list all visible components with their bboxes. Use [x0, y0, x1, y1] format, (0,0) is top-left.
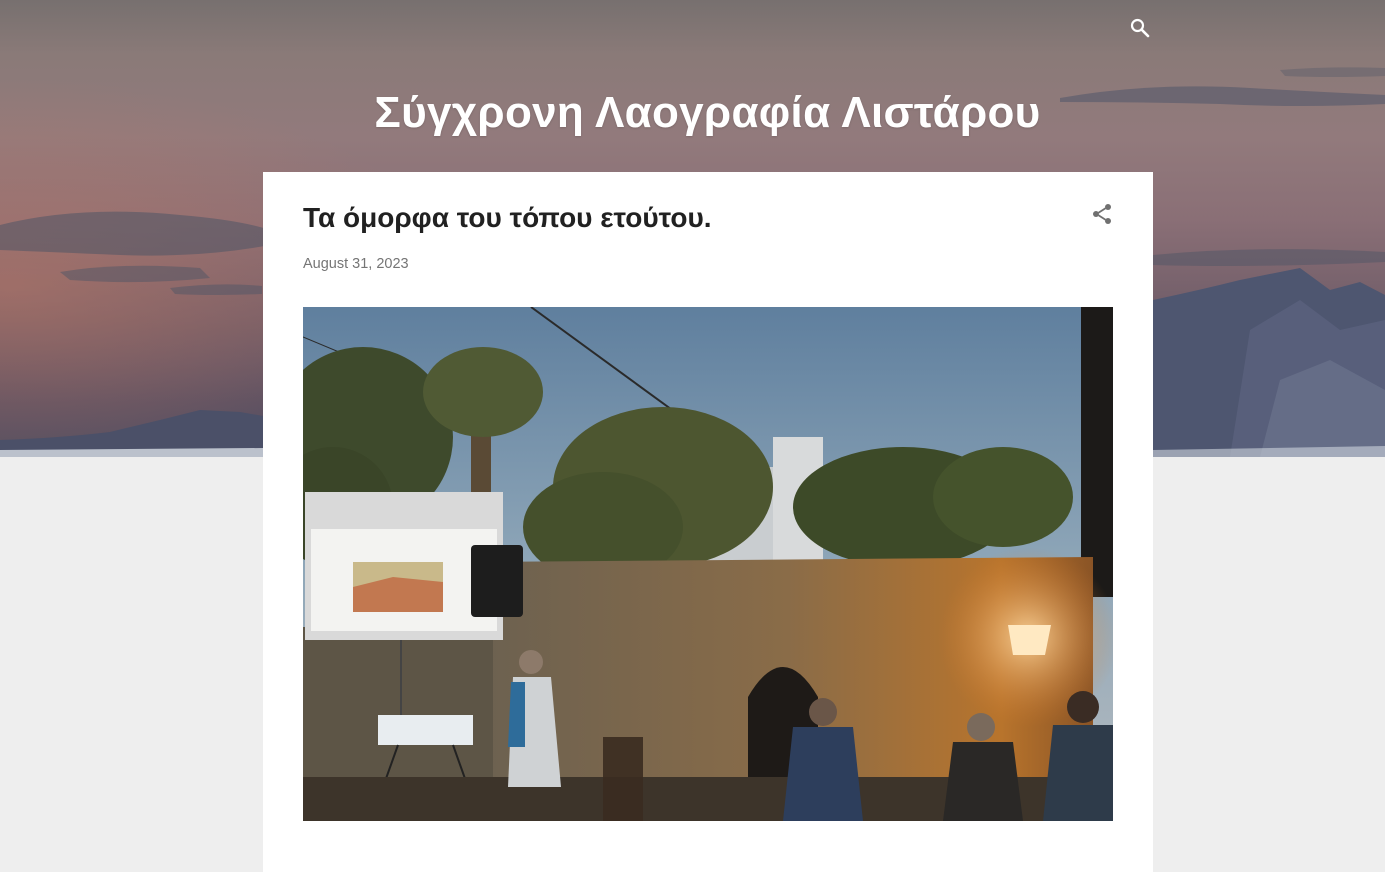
search-button[interactable]: [1128, 16, 1152, 40]
post-card: Τα όμορφα του τόπου ετούτου. August 31, …: [263, 172, 1153, 872]
post-date[interactable]: August 31, 2023: [303, 256, 409, 272]
post-image[interactable]: [303, 307, 1113, 821]
post-photo-illustration: [303, 307, 1113, 821]
post-title[interactable]: Τα όμορφα του τόπου ετούτου.: [303, 202, 712, 234]
blog-title[interactable]: Σύγχρονη Λαογραφία Λιστάρου: [0, 88, 1385, 138]
share-icon: [1093, 204, 1111, 224]
search-icon: [1130, 18, 1150, 38]
share-button[interactable]: [1090, 202, 1114, 226]
